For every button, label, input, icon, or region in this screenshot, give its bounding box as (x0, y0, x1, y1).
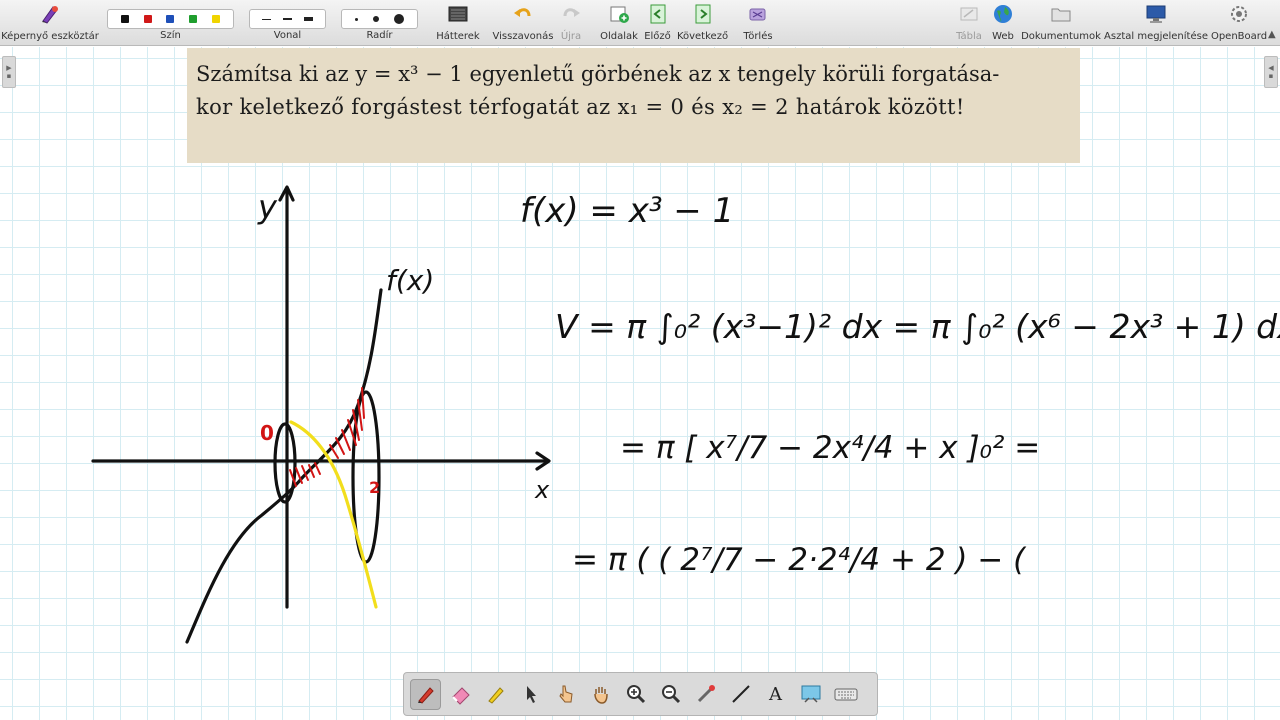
laser-icon (697, 685, 715, 703)
volume-integral: V = π ∫₀² (x³−1)² dx = π ∫₀² (x⁶ − 2x³ +… (555, 307, 1280, 346)
zoom-out-icon (661, 685, 680, 704)
interact-icon (558, 685, 573, 703)
y-axis-label: y (257, 188, 278, 226)
zoom-out-tool-button[interactable] (655, 679, 686, 710)
marker-tool-button[interactable] (480, 679, 511, 710)
handwriting-layer: y x f(x) f(x) = x³ − 1 V = π ∫₀² (x³−1)²… (91, 185, 1280, 644)
selector-icon (526, 686, 536, 703)
stylus-palette: A (403, 672, 878, 716)
line-tool-button[interactable] (725, 679, 756, 710)
capture-icon (801, 685, 820, 703)
curve-label: f(x) (386, 264, 434, 297)
pen-icon (417, 687, 434, 704)
small-cross-section (273, 422, 297, 504)
substitution-step: = π ( ( 2⁷/7 − 2·2⁴/4 + 2 ) − ( (572, 542, 1027, 578)
keyboard-icon (834, 688, 857, 701)
capture-tool-button[interactable] (795, 679, 826, 710)
laser-tool-button[interactable] (690, 679, 721, 710)
origin-label: 0 (260, 421, 274, 445)
hand-tool-button[interactable] (585, 679, 616, 710)
eraser-tool-button[interactable] (445, 679, 476, 710)
function-definition: f(x) = x³ − 1 (520, 191, 734, 231)
hand-icon (593, 687, 608, 704)
zoom-in-icon (626, 685, 645, 704)
eraser-icon (451, 687, 470, 705)
x2-tick-label: 2 (369, 478, 380, 497)
selector-tool-button[interactable] (515, 679, 546, 710)
text-tool-button[interactable]: A (760, 679, 791, 710)
pen-tool-button[interactable] (410, 678, 441, 710)
zoom-in-tool-button[interactable] (620, 679, 651, 710)
text-icon: A (769, 683, 782, 705)
line-icon (731, 685, 750, 703)
interact-tool-button[interactable] (550, 679, 581, 710)
keyboard-tool-button[interactable] (830, 679, 861, 710)
x-axis-label: x (534, 476, 550, 504)
marker-icon (487, 687, 504, 704)
antiderivative-step: = π [ x⁷/7 − 2x⁴/4 + x ]₀² = (620, 430, 1040, 466)
